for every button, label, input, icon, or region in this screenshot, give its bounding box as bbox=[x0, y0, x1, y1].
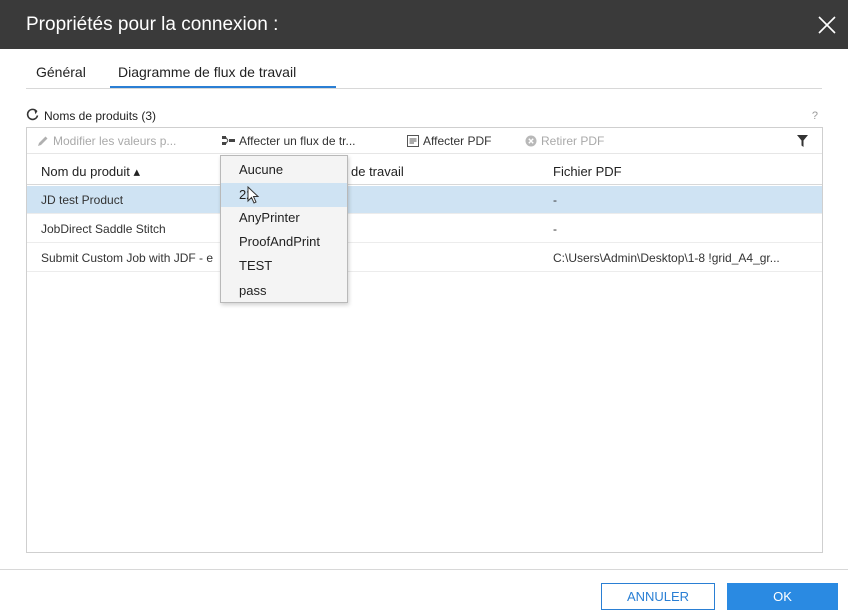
pdf-file-cell: - bbox=[553, 222, 557, 236]
filter-icon[interactable] bbox=[797, 135, 808, 147]
tab-bar: Général Diagramme de flux de travail bbox=[26, 64, 826, 89]
dropdown-option-pass[interactable]: pass bbox=[221, 279, 347, 303]
assign-pdf-button[interactable]: Affecter PDF bbox=[407, 134, 491, 148]
table-row[interactable]: Submit Custom Job with JDF - e C:\Users\… bbox=[27, 244, 822, 272]
cancel-button[interactable]: ANNULER bbox=[601, 583, 715, 610]
pencil-icon bbox=[38, 136, 48, 146]
tab-divider bbox=[26, 88, 822, 89]
footer-divider bbox=[0, 569, 848, 570]
dropdown-option-test[interactable]: TEST bbox=[221, 254, 347, 278]
remove-pdf-label: Retirer PDF bbox=[541, 134, 605, 148]
pdf-icon bbox=[407, 135, 419, 147]
dropdown-option-aucune[interactable]: Aucune bbox=[221, 158, 347, 182]
dropdown-option-proofandprint[interactable]: ProofAndPrint bbox=[221, 230, 347, 254]
products-toolbar: Modifier les valeurs p... Affecter un fl… bbox=[27, 128, 822, 154]
products-panel: Modifier les valeurs p... Affecter un fl… bbox=[26, 127, 823, 553]
remove-pdf-button[interactable]: Retirer PDF bbox=[525, 134, 604, 148]
column-workflow[interactable]: de travail bbox=[351, 164, 404, 179]
tab-general[interactable]: Général bbox=[36, 64, 86, 80]
table-row[interactable]: JobDirect Saddle Stitch - bbox=[27, 215, 822, 243]
dropdown-option-anyprinter[interactable]: AnyPrinter bbox=[221, 206, 347, 230]
dialog-title: Propriétés pour la connexion : bbox=[26, 14, 279, 35]
refresh-icon[interactable] bbox=[26, 108, 39, 121]
product-names-heading: Noms de produits (3) bbox=[44, 109, 157, 123]
close-icon[interactable] bbox=[816, 14, 838, 36]
assign-pdf-label: Affecter PDF bbox=[423, 134, 492, 148]
pdf-file-cell: C:\Users\Admin\Desktop\1-8 !grid_A4_gr..… bbox=[553, 251, 780, 265]
tab-workflow-diagram[interactable]: Diagramme de flux de travail bbox=[118, 64, 296, 80]
column-product-name[interactable]: Nom du produit ▴ bbox=[41, 164, 140, 180]
workflow-dropdown-menu: Aucune 22 AnyPrinter ProofAndPrint TEST … bbox=[220, 155, 348, 303]
pdf-file-cell: - bbox=[553, 193, 557, 207]
edit-values-button[interactable]: Modifier les valeurs p... bbox=[37, 134, 176, 148]
dialog-titlebar: Propriétés pour la connexion : bbox=[0, 0, 848, 49]
assign-workflow-button[interactable]: Affecter un flux de tr... bbox=[222, 134, 356, 148]
assign-workflow-label: Affecter un flux de tr... bbox=[239, 134, 356, 148]
remove-icon bbox=[525, 135, 537, 147]
table-header: Nom du produit ▴ de travail Fichier PDF bbox=[27, 157, 822, 185]
ok-button[interactable]: OK bbox=[727, 583, 838, 610]
workflow-icon bbox=[222, 136, 235, 145]
dropdown-option-22[interactable]: 22 bbox=[221, 183, 347, 207]
mouse-pointer-icon bbox=[247, 186, 260, 204]
edit-values-label: Modifier les valeurs p... bbox=[53, 134, 177, 148]
column-pdf-file[interactable]: Fichier PDF bbox=[553, 164, 622, 179]
table-row[interactable]: JD test Product - bbox=[27, 186, 822, 214]
help-icon[interactable]: ? bbox=[812, 110, 818, 122]
